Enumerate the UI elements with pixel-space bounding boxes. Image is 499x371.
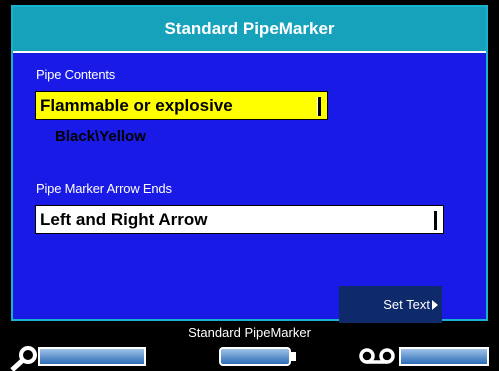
arrow-ends-value: Left and Right Arrow xyxy=(40,209,208,229)
dropdown-arrow-icon xyxy=(433,211,437,230)
color-scheme-text: Black\Yellow xyxy=(55,128,146,145)
tape-reel-icon[interactable] xyxy=(358,346,398,366)
arrow-ends-label: Pipe Marker Arrow Ends xyxy=(36,181,172,196)
arrow-right-icon xyxy=(432,300,438,310)
set-text-button[interactable]: Set Text xyxy=(339,286,442,323)
softkey-left[interactable] xyxy=(38,347,146,366)
pipe-contents-label: Pipe Contents xyxy=(36,67,116,82)
softkey-bar xyxy=(0,342,499,371)
pipe-marker-dialog: Standard PipeMarker Pipe Contents Flamma… xyxy=(11,5,488,321)
dropdown-arrow-icon xyxy=(317,97,321,116)
pipe-contents-value: Flammable or explosive xyxy=(40,95,233,115)
softkey-right[interactable] xyxy=(399,347,489,366)
cartridge-tab xyxy=(291,352,296,361)
set-text-label: Set Text xyxy=(383,297,430,312)
dialog-title: Standard PipeMarker xyxy=(13,7,486,53)
arrow-ends-dropdown[interactable]: Left and Right Arrow xyxy=(35,205,444,234)
status-label: Standard PipeMarker xyxy=(188,325,311,340)
label-cartridge-icon[interactable] xyxy=(219,347,291,366)
screen: Standard PipeMarker Pipe Contents Flamma… xyxy=(0,0,499,371)
pipe-contents-dropdown[interactable]: Flammable or explosive xyxy=(35,91,328,120)
search-icon[interactable] xyxy=(8,344,40,371)
